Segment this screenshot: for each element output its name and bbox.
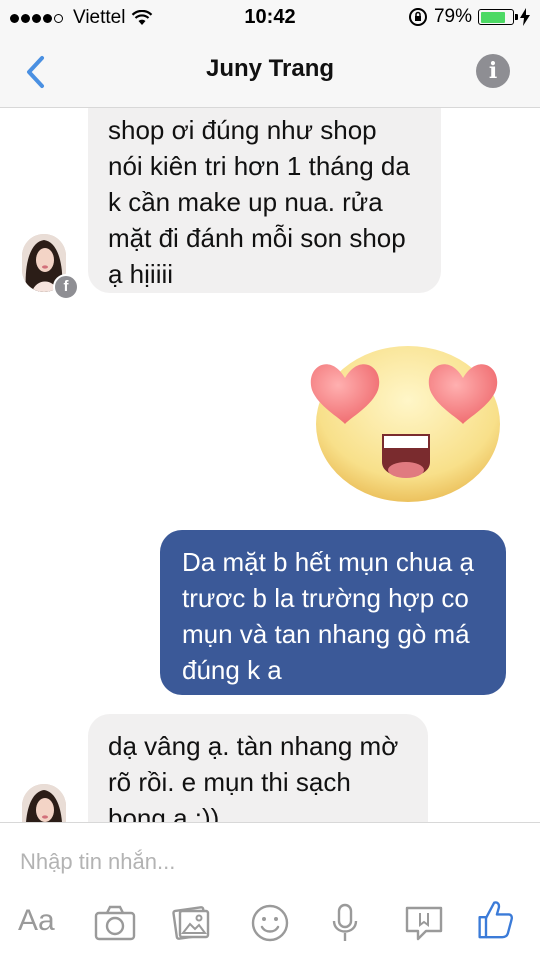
conversation-header: Juny Trang i — [0, 36, 540, 108]
messenger-badge-icon: f — [53, 274, 79, 300]
message-bubble-incoming[interactable]: dạ vâng ạ. tàn nhang mờ rõ rồi. e mụn th… — [88, 714, 428, 822]
microphone-icon[interactable] — [330, 903, 360, 943]
heart-eyes-emoji[interactable] — [300, 332, 510, 502]
gallery-icon[interactable] — [172, 903, 212, 943]
battery-icon — [478, 9, 518, 25]
composer-toolbar: Aa — [0, 899, 540, 949]
contact-name[interactable]: Juny Trang — [0, 55, 540, 83]
composer: Aa — [0, 822, 540, 960]
status-bar: Viettel 10:42 79% — [0, 0, 540, 36]
emoji-icon[interactable] — [250, 903, 290, 943]
status-right: 79% — [408, 6, 530, 28]
message-input[interactable] — [18, 843, 502, 881]
message-bubble-outgoing[interactable]: Da mặt b hết mụn chua ạ trươc b la trườn… — [160, 530, 506, 695]
orientation-lock-icon — [408, 8, 427, 26]
message-bubble-incoming[interactable]: shop ơi đúng như shop nói kiên tri hơn 1… — [88, 108, 441, 293]
info-icon: i — [488, 58, 498, 84]
camera-icon[interactable] — [94, 903, 136, 943]
avatar[interactable] — [22, 784, 66, 822]
text-format-button[interactable]: Aa — [18, 901, 55, 941]
battery-percent: 79% — [433, 6, 472, 27]
charging-icon — [520, 8, 530, 26]
like-icon[interactable] — [476, 899, 516, 939]
sticker-icon[interactable] — [404, 903, 444, 943]
info-button[interactable]: i — [476, 54, 510, 88]
message-list[interactable]: shop ơi đúng như shop nói kiên tri hơn 1… — [0, 108, 540, 822]
